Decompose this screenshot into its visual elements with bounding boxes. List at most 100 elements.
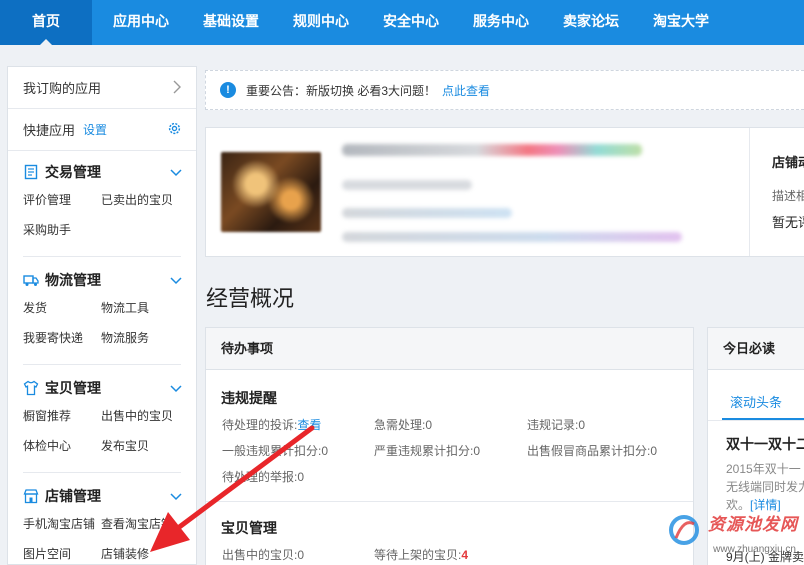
sidebar: 我订购的应用 快捷应用 设置 交易管理 评价管理 已卖出的宝贝 采购助手 物流管…: [7, 66, 197, 565]
link-items-on-sale[interactable]: 出售中的宝贝: [101, 407, 181, 424]
subscribed-apps-label: 我订购的应用: [23, 81, 102, 96]
stat-value[interactable]: 0: [425, 418, 432, 432]
link-window-recommend[interactable]: 橱窗推荐: [23, 407, 101, 424]
watermark: 资源池发网 www.zhuangxiu.cn: [664, 508, 804, 565]
blurred-shop-info: [342, 208, 512, 218]
shop-dynamics-panel: 店铺动 描述相 暂无评: [749, 128, 804, 256]
stat-label: 出售假冒商品累计扣分:: [527, 444, 651, 458]
active-tab-indicator: [722, 418, 804, 420]
watermark-logo-icon: [669, 515, 699, 545]
link-publish-item[interactable]: 发布宝贝: [101, 437, 181, 454]
info-icon: !: [220, 82, 236, 98]
violation-serious-points: 严重违规累计扣分:0: [374, 442, 480, 459]
section-store-title: 店铺管理: [45, 488, 101, 504]
chevron-down-icon[interactable]: [170, 490, 182, 502]
section-store-header[interactable]: 店铺管理: [23, 477, 182, 515]
link-send-express[interactable]: 我要寄快递: [23, 329, 101, 346]
section-store: 店铺管理 手机淘宝店铺 查看淘宝店铺 图片空间 店铺装修: [8, 473, 196, 564]
store-icon: [23, 489, 39, 504]
nav-taobao-university[interactable]: 淘宝大学: [632, 0, 730, 45]
section-trade-header[interactable]: 交易管理: [23, 153, 182, 191]
link-purchase-assistant[interactable]: 采购助手: [23, 221, 101, 238]
shop-card: 店铺动 描述相 暂无评: [205, 127, 804, 257]
link-ship[interactable]: 发货: [23, 299, 101, 316]
nav-service-center[interactable]: 服务中心: [452, 0, 550, 45]
link-sold-items[interactable]: 已卖出的宝贝: [101, 191, 181, 208]
section-trade-title: 交易管理: [45, 164, 101, 180]
section-logistics-title: 物流管理: [45, 272, 101, 288]
section-logistics: 物流管理 发货 物流工具 我要寄快递 物流服务: [8, 257, 196, 364]
news-line: 无线端同时发力: [726, 480, 804, 494]
nav-basic-settings[interactable]: 基础设置: [190, 0, 272, 45]
must-read-title: 今日必读: [708, 328, 804, 370]
stat-label: 急需处理:: [374, 418, 426, 432]
violation-general-points: 一般违规累计扣分:0: [222, 442, 328, 459]
watermark-url: www.zhuangxiu.cn: [713, 544, 796, 555]
overview-title: 经营概况: [206, 286, 295, 311]
nav-seller-forum[interactable]: 卖家论坛: [550, 0, 632, 45]
link-image-space[interactable]: 图片空间: [23, 545, 101, 562]
link-checkup-center[interactable]: 体检中心: [23, 437, 101, 454]
stat-label: 待处理的投诉:: [222, 418, 298, 432]
goods-waiting-listing: 等待上架的宝贝:4: [374, 546, 468, 563]
stat-label: 出售中的宝贝:: [222, 548, 298, 562]
violation-urgent: 急需处理:0: [374, 416, 432, 433]
chevron-right-icon: [172, 80, 182, 97]
stat-label: 一般违规累计扣分:: [222, 444, 322, 458]
tab-headlines[interactable]: 滚动头条: [730, 392, 782, 411]
announcement-text: 重要公告：新版切换 必看3大问题！: [246, 83, 437, 98]
nav-home[interactable]: 首页: [0, 0, 92, 45]
stat-value[interactable]: 0: [473, 444, 480, 458]
shirt-icon: [23, 380, 39, 396]
link-review-management[interactable]: 评价管理: [23, 191, 101, 208]
stat-label: 违规记录:: [527, 418, 579, 432]
order-icon: [24, 164, 38, 180]
stat-label: 待处理的举报:: [222, 470, 298, 484]
news-headline[interactable]: 双十一双十二: [726, 434, 804, 454]
shop-dynamics-desc: 描述相: [772, 189, 804, 203]
violation-title: 违规提醒: [221, 390, 277, 406]
section-logistics-header[interactable]: 物流管理: [23, 261, 182, 299]
goods-management-title: 宝贝管理: [221, 520, 277, 536]
announcement-bar: ! 重要公告：新版切换 必看3大问题！ 点此查看: [205, 70, 804, 110]
link-logistics-service[interactable]: 物流服务: [101, 329, 181, 346]
violation-reports: 待处理的举报:0: [222, 468, 304, 485]
nav-rules-center[interactable]: 规则中心: [272, 0, 370, 45]
shop-dynamics-status: 暂无评: [772, 215, 804, 230]
stat-value[interactable]: 0: [297, 548, 304, 562]
shop-avatar[interactable]: [221, 152, 321, 232]
announcement-link[interactable]: 点此查看: [442, 82, 490, 99]
chevron-down-icon[interactable]: [170, 274, 182, 286]
stat-value[interactable]: 0: [297, 470, 304, 484]
todo-panel: 待办事项 违规提醒 待处理的投诉:查看 急需处理:0 违规记录:0 一般违规累计…: [205, 327, 694, 565]
news-line: 2015年双十一: [726, 462, 801, 476]
nav-security-center[interactable]: 安全中心: [370, 0, 452, 45]
stat-value[interactable]: 0: [650, 444, 657, 458]
nav-app-center[interactable]: 应用中心: [92, 0, 190, 45]
blurred-shop-info: [342, 180, 472, 190]
watermark-text: 资源池发网: [708, 515, 798, 534]
violation-records: 违规记录:0: [527, 416, 585, 433]
stat-label: 严重违规累计扣分:: [374, 444, 474, 458]
link-mobile-store[interactable]: 手机淘宝店铺: [23, 515, 101, 532]
blurred-shop-name: [342, 144, 642, 156]
divider: [708, 420, 804, 421]
violation-complaints: 待处理的投诉:查看: [222, 416, 321, 433]
chevron-down-icon[interactable]: [170, 382, 182, 394]
subscribed-apps-row[interactable]: 我订购的应用: [8, 67, 196, 109]
gear-icon[interactable]: [167, 121, 182, 136]
chevron-down-icon[interactable]: [170, 166, 182, 178]
link-store-decoration[interactable]: 店铺装修: [101, 545, 181, 562]
quick-apps-settings-link[interactable]: 设置: [83, 121, 107, 138]
shop-dynamics-title: 店铺动: [772, 155, 804, 170]
link-view-store[interactable]: 查看淘宝店铺: [101, 515, 181, 532]
link-logistics-tools[interactable]: 物流工具: [101, 299, 181, 316]
stat-value[interactable]: 0: [321, 444, 328, 458]
section-goods-header[interactable]: 宝贝管理: [23, 369, 182, 407]
stat-value[interactable]: 4: [461, 548, 468, 562]
view-complaints-link[interactable]: 查看: [297, 418, 321, 432]
section-goods: 宝贝管理 橱窗推荐 出售中的宝贝 体检中心 发布宝贝: [8, 365, 196, 472]
blurred-shop-info: [342, 232, 682, 242]
stat-value[interactable]: 0: [578, 418, 585, 432]
stat-label: 等待上架的宝贝:: [374, 548, 462, 562]
